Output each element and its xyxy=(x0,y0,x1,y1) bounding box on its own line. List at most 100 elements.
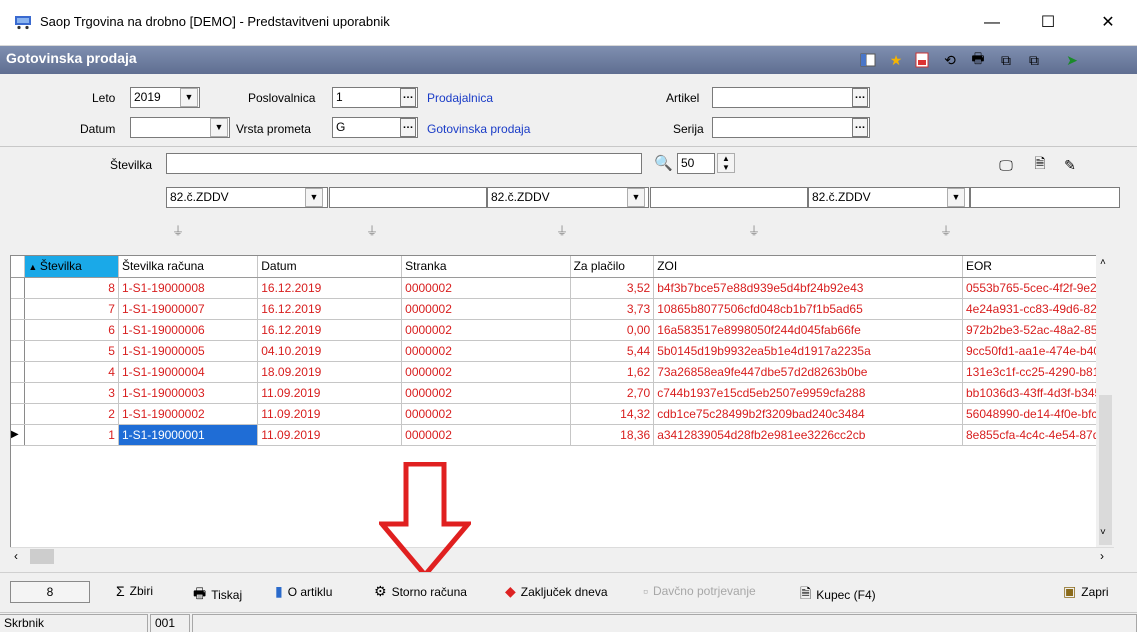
table-cell[interactable]: 1-S1-19000006 xyxy=(118,319,259,341)
column-header[interactable]: Datum xyxy=(257,256,403,278)
artikel-browse-button[interactable]: … xyxy=(852,88,868,107)
table-cell[interactable]: 56048990-de14-4f0e-bfca xyxy=(962,403,1113,425)
vrsta-prometa-browse-button[interactable]: … xyxy=(400,118,416,137)
kupec-button[interactable]: 🗎 Kupec (F4) xyxy=(800,583,876,607)
column-header[interactable]: EOR xyxy=(962,256,1113,278)
table-cell[interactable]: 11.09.2019 xyxy=(257,403,403,425)
scroll-up-icon[interactable]: ˄ xyxy=(1100,257,1106,268)
table-cell[interactable]: 16a583517e8998050f244d045fab66fe xyxy=(653,319,963,341)
refresh-icon[interactable]: ⟲ xyxy=(940,50,960,70)
table-cell[interactable]: 0000002 xyxy=(401,319,571,341)
table-cell[interactable]: 04.10.2019 xyxy=(257,340,403,362)
row-indicator[interactable] xyxy=(11,340,26,362)
table-cell[interactable]: 1-S1-19000005 xyxy=(118,340,259,362)
edit-icon[interactable]: ✎ xyxy=(1060,155,1080,175)
monitor-icon[interactable]: 🖵 xyxy=(996,155,1016,175)
zakljucek-dneva-button[interactable]: ◆ Zaključek dneva xyxy=(505,583,608,600)
page-size-input[interactable]: 50 xyxy=(677,153,715,174)
column-header[interactable]: Za plačilo xyxy=(570,256,655,278)
scroll-left-icon[interactable]: ‹ xyxy=(14,549,18,563)
table-cell[interactable]: 16.12.2019 xyxy=(257,319,403,341)
tiskaj-button[interactable]: 🖶 Tiskaj xyxy=(193,583,242,607)
table-cell[interactable]: 1-S1-19000002 xyxy=(118,403,259,425)
vrsta-prometa-link[interactable]: Gotovinska prodaja xyxy=(427,122,530,136)
filter-icon[interactable]: ⏚ xyxy=(172,224,186,238)
column-filter-input-3[interactable] xyxy=(970,187,1120,208)
table-cell[interactable]: 8 xyxy=(24,277,119,299)
table-row[interactable]: 8 1-S1-19000008 16.12.2019 0000002 3,52 b4f3b… xyxy=(11,277,1113,299)
table-row[interactable]: 5 1-S1-19000005 04.10.2019 0000002 5,44 5b014… xyxy=(11,340,1113,362)
table-cell[interactable]: 7 xyxy=(24,298,119,320)
chevron-down-icon[interactable]: ▼ xyxy=(305,188,323,207)
zapri-button[interactable]: ▣ Zapri xyxy=(1063,583,1109,600)
copy-icon[interactable]: ⧉ xyxy=(996,50,1016,70)
poslovalnica-link[interactable]: Prodajalnica xyxy=(427,91,493,105)
table-row[interactable]: 3 1-S1-19000003 11.09.2019 0000002 2,70 c744b… xyxy=(11,382,1113,404)
row-indicator[interactable] xyxy=(11,319,26,341)
exit-icon[interactable]: ➤ xyxy=(1062,50,1082,70)
filter-icon[interactable]: ⏚ xyxy=(366,224,380,238)
scroll-right-icon[interactable]: › xyxy=(1100,549,1104,563)
table-cell[interactable]: 0000002 xyxy=(401,382,571,404)
chevron-down-icon[interactable]: ▼ xyxy=(947,188,965,207)
table-cell[interactable]: c744b1937e15cd5eb2507e9959cfa288 xyxy=(653,382,963,404)
row-indicator[interactable]: ▶ xyxy=(11,424,26,446)
scroll-down-icon[interactable]: ˅ xyxy=(1100,527,1106,538)
table-cell[interactable]: 5b0145d19b9932ea5b1e4d1917a2235a xyxy=(653,340,963,362)
table-cell[interactable]: cdb1ce75c28499b2f3209bad240c3484 xyxy=(653,403,963,425)
table-cell[interactable]: 1,62 xyxy=(570,361,655,383)
table-cell[interactable]: 0,00 xyxy=(570,319,655,341)
table-cell[interactable]: 1 xyxy=(24,424,119,446)
table-cell[interactable]: bb1036d3-43ff-4d3f-b345 xyxy=(962,382,1113,404)
column-filter-select-3[interactable]: 82.č.ZDDV xyxy=(808,187,970,208)
table-cell[interactable]: 1-S1-19000003 xyxy=(118,382,259,404)
close-button[interactable]: ✕ xyxy=(1085,8,1131,38)
davcno-potrjevanje-button[interactable]: ▫ Davčno potrjevanje xyxy=(643,583,756,599)
columns-icon[interactable] xyxy=(858,50,878,70)
table-cell[interactable]: 1-S1-19000004 xyxy=(118,361,259,383)
row-indicator[interactable] xyxy=(11,403,26,425)
table-cell[interactable]: 5,44 xyxy=(570,340,655,362)
poslovalnica-browse-button[interactable]: … xyxy=(400,88,416,107)
table-cell[interactable]: 2 xyxy=(24,403,119,425)
chevron-down-icon[interactable]: ▼ xyxy=(180,88,198,107)
table-cell[interactable]: 2,70 xyxy=(570,382,655,404)
table-cell[interactable]: 3,73 xyxy=(570,298,655,320)
horizontal-scroll-thumb[interactable] xyxy=(30,549,54,564)
table-cell[interactable]: 0000002 xyxy=(401,424,571,446)
table-cell[interactable]: 972b2be3-52ac-48a2-852 xyxy=(962,319,1113,341)
table-cell[interactable]: 14,32 xyxy=(570,403,655,425)
filter-icon[interactable]: ⏚ xyxy=(748,224,762,238)
vertical-scroll-thumb[interactable] xyxy=(1099,395,1112,545)
table-cell[interactable]: 16.12.2019 xyxy=(257,298,403,320)
invoice-grid[interactable]: ▲ Številka Številka računa Datum Stranka Za … xyxy=(10,255,1114,565)
column-header[interactable]: Stranka xyxy=(401,256,571,278)
zbiri-button[interactable]: Σ Zbiri xyxy=(116,583,153,599)
page-size-stepper[interactable]: ▲ ▼ xyxy=(717,153,735,173)
table-cell[interactable]: 16.12.2019 xyxy=(257,277,403,299)
chevron-down-icon[interactable]: ▼ xyxy=(627,188,645,207)
table-cell[interactable]: 4 xyxy=(24,361,119,383)
table-cell[interactable]: 3,52 xyxy=(570,277,655,299)
table-row[interactable]: 2 1-S1-19000002 11.09.2019 0000002 14,32 cdb1… xyxy=(11,403,1113,425)
table-cell[interactable]: 11.09.2019 xyxy=(257,424,403,446)
storno-racuna-button[interactable]: ⚙ Storno računa xyxy=(374,583,467,600)
column-header[interactable]: Številka računa xyxy=(118,256,259,278)
table-cell[interactable]: 0000002 xyxy=(401,403,571,425)
filter-icon[interactable]: ⏚ xyxy=(556,224,570,238)
table-cell[interactable]: 0000002 xyxy=(401,277,571,299)
table-cell[interactable]: 5 xyxy=(24,340,119,362)
horizontal-scrollbar[interactable] xyxy=(10,547,1114,565)
column-filter-input-1[interactable] xyxy=(329,187,487,208)
table-cell[interactable]: 10865b8077506cfd048cb1b7f1b5ad65 xyxy=(653,298,963,320)
table-cell[interactable]: 1-S1-19000001 xyxy=(118,424,259,446)
table-cell[interactable]: 73a26858ea9fe447dbe57d2d8263b0be xyxy=(653,361,963,383)
serija-field[interactable] xyxy=(712,117,870,138)
table-cell[interactable]: 9cc50fd1-aa1e-474e-b40 xyxy=(962,340,1113,362)
search-icon[interactable]: 🔍 xyxy=(654,154,673,172)
table-cell[interactable]: 0000002 xyxy=(401,340,571,362)
serija-browse-button[interactable]: … xyxy=(852,118,868,137)
row-indicator[interactable] xyxy=(11,382,26,404)
table-cell[interactable]: b4f3b7bce57e88d939e5d4bf24b92e43 xyxy=(653,277,963,299)
stevilka-search-input[interactable] xyxy=(166,153,642,174)
